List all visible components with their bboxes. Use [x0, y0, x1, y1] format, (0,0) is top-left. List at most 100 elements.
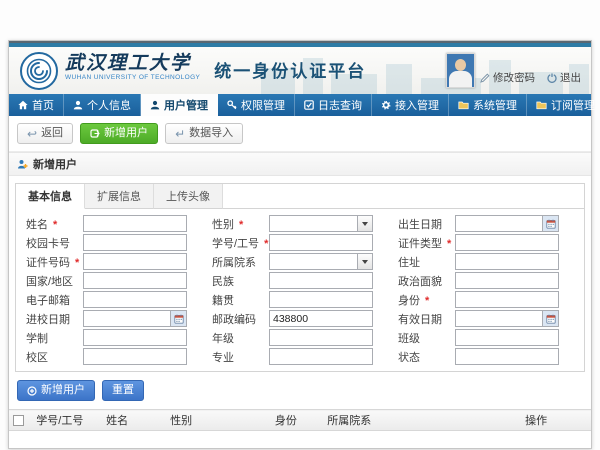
submit-add-user-button[interactable]: 新增用户 [17, 380, 95, 401]
nav-item-3[interactable]: 用户管理 [141, 94, 218, 116]
toolbar: ↩ 返回 新增用户 ↵ 数据导入 [9, 116, 591, 152]
status-field[interactable] [456, 349, 558, 364]
tab-1[interactable]: 基本信息 [16, 184, 85, 209]
user-avatar[interactable] [446, 53, 475, 88]
birth-date-field[interactable] [456, 216, 542, 231]
main-nav: 首页个人信息用户管理权限管理日志查询接入管理系统管理订阅管理 [9, 94, 591, 116]
valid-date-field-wrap [455, 310, 559, 327]
ethnicity-field[interactable] [270, 273, 372, 288]
change-password-link[interactable]: 修改密码 [480, 70, 535, 85]
form-grid: 姓名 *性别 *出生日期校园卡号学号/工号 *证件类型 *证件号码 *所属院系住… [16, 209, 584, 371]
header-links: 修改密码 退出 [480, 70, 581, 85]
nav-item-label: 系统管理 [473, 97, 517, 113]
schooling-length-field[interactable] [84, 330, 186, 345]
country-region-field[interactable] [84, 273, 186, 288]
grade-field-row: 年级 [212, 330, 390, 345]
nav-item-label: 首页 [32, 97, 54, 113]
status-field-wrap [455, 348, 559, 365]
entry-date-field-row: 进校日期 [26, 311, 204, 326]
gear-icon [381, 100, 391, 110]
ethnicity-field-wrap [269, 272, 373, 289]
add-user-toolbar-button[interactable]: 新增用户 [80, 123, 158, 144]
political-status-field[interactable] [456, 273, 558, 288]
user-plus-icon [90, 129, 100, 139]
tab-label: 上传头像 [166, 191, 210, 203]
users-table-header-row: 学号/工号 姓名 性别 身份 所属院系 操作 [9, 410, 591, 431]
nav-item-6[interactable]: 接入管理 [372, 94, 449, 116]
id-number-field-wrap [83, 253, 187, 270]
select-all-checkbox[interactable] [13, 415, 24, 426]
entry-date-field[interactable] [84, 311, 170, 326]
field-label: 邮政编码 [212, 311, 269, 327]
field-label: 政治面貌 [398, 273, 455, 289]
ethnicity-field-row: 民族 [212, 273, 390, 288]
required-marker: * [236, 219, 243, 231]
required-marker: * [422, 295, 429, 307]
back-button[interactable]: ↩ 返回 [17, 123, 73, 144]
tab-3[interactable]: 上传头像 [154, 184, 223, 209]
screen: 武汉理工大学 WUHAN UNIVERSITY OF TECHNOLOGY 统一… [0, 0, 600, 450]
power-icon [547, 73, 557, 83]
field-label: 进校日期 [26, 311, 83, 327]
campus-card-field[interactable] [84, 235, 186, 250]
home-icon [18, 100, 28, 110]
gender-field[interactable] [270, 216, 357, 231]
calendar-button[interactable] [170, 311, 186, 326]
name-field-wrap [83, 215, 187, 232]
logout-link[interactable]: 退出 [547, 70, 581, 85]
new-user-form-panel: 基本信息扩展信息上传头像 姓名 *性别 *出生日期校园卡号学号/工号 *证件类型… [15, 183, 585, 372]
field-label: 状态 [398, 349, 455, 365]
postal-code-field[interactable] [270, 311, 372, 326]
page-title: 统一身份认证平台 [214, 57, 366, 82]
add-user-toolbar-label: 新增用户 [104, 127, 148, 140]
dropdown-button[interactable] [357, 254, 372, 269]
nav-item-2[interactable]: 个人信息 [64, 94, 141, 116]
identity-field[interactable] [456, 292, 558, 307]
field-label: 学号/工号 * [212, 235, 269, 251]
pencil-icon [480, 73, 490, 83]
id-number-field[interactable] [84, 254, 186, 269]
nav-item-7[interactable]: 系统管理 [449, 94, 527, 116]
email-field[interactable] [84, 292, 186, 307]
native-place-field[interactable] [270, 292, 372, 307]
university-name-cn: 武汉理工大学 [65, 52, 200, 74]
calendar-button[interactable] [542, 311, 558, 326]
country-region-field-wrap [83, 272, 187, 289]
campus-field[interactable] [84, 349, 186, 364]
birth-date-field-wrap [455, 215, 559, 232]
nav-item-1[interactable]: 首页 [9, 94, 64, 116]
dropdown-button[interactable] [357, 216, 372, 231]
field-label: 民族 [212, 273, 269, 289]
data-import-button[interactable]: ↵ 数据导入 [165, 123, 243, 144]
political-status-field-wrap [455, 272, 559, 289]
student-id-field[interactable] [270, 235, 372, 250]
data-import-label: 数据导入 [189, 127, 233, 140]
field-label: 出生日期 [398, 216, 455, 232]
reset-button[interactable]: 重置 [102, 380, 144, 401]
class-field-row: 班级 [398, 330, 576, 345]
nav-item-5[interactable]: 日志查询 [295, 94, 372, 116]
id-type-field-row: 证件类型 * [398, 235, 576, 250]
department-field[interactable] [270, 254, 357, 269]
nav-item-8[interactable]: 订阅管理 [527, 94, 600, 116]
name-field[interactable] [84, 216, 186, 231]
tab-label: 基本信息 [28, 191, 72, 203]
select-all-cell [9, 410, 32, 431]
grade-field[interactable] [270, 330, 372, 345]
campus-card-field-row: 校园卡号 [26, 235, 204, 250]
user-icon [150, 100, 160, 110]
department-field-row: 所属院系 [212, 254, 390, 269]
class-field[interactable] [456, 330, 558, 345]
id-type-field[interactable] [456, 235, 558, 250]
calendar-button[interactable] [542, 216, 558, 231]
valid-date-field[interactable] [456, 311, 542, 326]
major-field[interactable] [270, 349, 372, 364]
major-field-row: 专业 [212, 349, 390, 364]
section-header: 新增用户 [9, 152, 591, 176]
required-marker: * [72, 257, 79, 269]
address-field[interactable] [456, 254, 558, 269]
nav-item-4[interactable]: 权限管理 [218, 94, 295, 116]
tab-2[interactable]: 扩展信息 [85, 184, 154, 209]
student-id-field-wrap [269, 234, 373, 251]
section-title: 新增用户 [33, 156, 77, 172]
